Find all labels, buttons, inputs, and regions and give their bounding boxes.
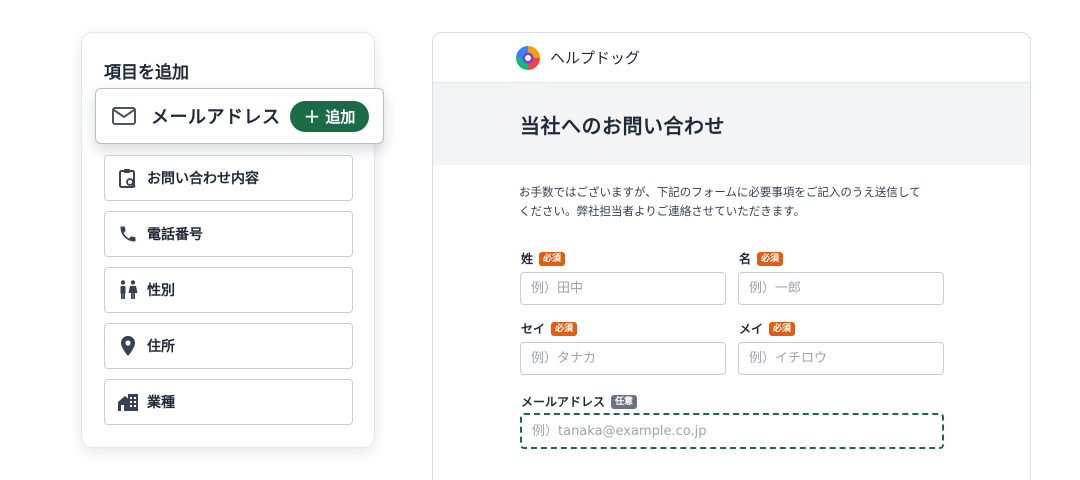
first-name-input[interactable] [738, 272, 944, 305]
label-text: 姓 [521, 252, 534, 266]
gender-icon [117, 279, 139, 301]
brand-logo-icon [516, 45, 540, 70]
phone-icon [117, 223, 139, 245]
required-badge: 必須 [551, 321, 578, 336]
last-name-kana-label: セイ 必須 [521, 320, 578, 337]
required-badge: 必須 [769, 321, 796, 336]
add-button-label: 追加 [325, 108, 356, 126]
field-item-label: 業種 [147, 395, 175, 411]
label-text: メールアドレス [521, 395, 606, 409]
field-item-inquiry[interactable]: お問い合わせ内容 [104, 155, 353, 201]
email-input-dropzone[interactable] [520, 413, 944, 449]
dragged-field-email[interactable]: メールアドレス + 追加 [95, 88, 384, 144]
intro-line: お手数ではございますが、下記のフォームに必要事項をご記入のうえ送信して [519, 185, 921, 199]
field-item-address[interactable]: 住所 [104, 323, 353, 369]
clipboard-search-icon [117, 167, 139, 189]
mail-icon [111, 105, 137, 127]
last-name-input[interactable] [520, 272, 726, 305]
form-intro: お手数ではございますが、下記のフォームに必要事項をご記入のうえ送信して ください… [519, 183, 959, 221]
label-text: 名 [739, 252, 752, 266]
form-title: 当社へのお問い合わせ [520, 113, 725, 138]
required-badge: 必須 [539, 251, 566, 266]
last-name-kana-input[interactable] [520, 342, 726, 375]
brand-header: ヘルプドッグ [433, 33, 1030, 83]
label-text: メイ [739, 322, 764, 336]
building-icon [117, 391, 139, 413]
field-item-label: 住所 [147, 339, 175, 355]
form-title-banner: 当社へのお問い合わせ [433, 83, 1030, 165]
location-pin-icon [117, 335, 139, 357]
first-name-kana-label: メイ 必須 [739, 320, 796, 337]
plus-icon: + [303, 103, 321, 128]
first-name-label: 名 必須 [739, 250, 784, 267]
field-item-label: 電話番号 [147, 227, 203, 243]
email-label: メールアドレス 任意 [521, 393, 638, 410]
field-item-label: お問い合わせ内容 [147, 171, 259, 187]
intro-line: ください。弊社担当者よりご連絡させていただきます。 [519, 204, 806, 218]
required-badge: 必須 [757, 251, 784, 266]
panel-title: 項目を追加 [104, 63, 189, 83]
brand-name: ヘルプドッグ [550, 49, 641, 67]
field-item-label: 性別 [147, 283, 175, 299]
field-item-gender[interactable]: 性別 [104, 267, 353, 313]
dragged-field-label: メールアドレス [151, 107, 281, 128]
field-item-phone[interactable]: 電話番号 [104, 211, 353, 257]
label-text: セイ [521, 322, 546, 336]
optional-badge: 任意 [611, 394, 638, 409]
add-button[interactable]: + 追加 [290, 101, 369, 132]
field-item-industry[interactable]: 業種 [104, 379, 353, 425]
contact-form-preview: ヘルプドッグ 当社へのお問い合わせ お手数ではございますが、下記のフォームに必要… [432, 32, 1031, 480]
last-name-label: 姓 必須 [521, 250, 566, 267]
first-name-kana-input[interactable] [738, 342, 944, 375]
